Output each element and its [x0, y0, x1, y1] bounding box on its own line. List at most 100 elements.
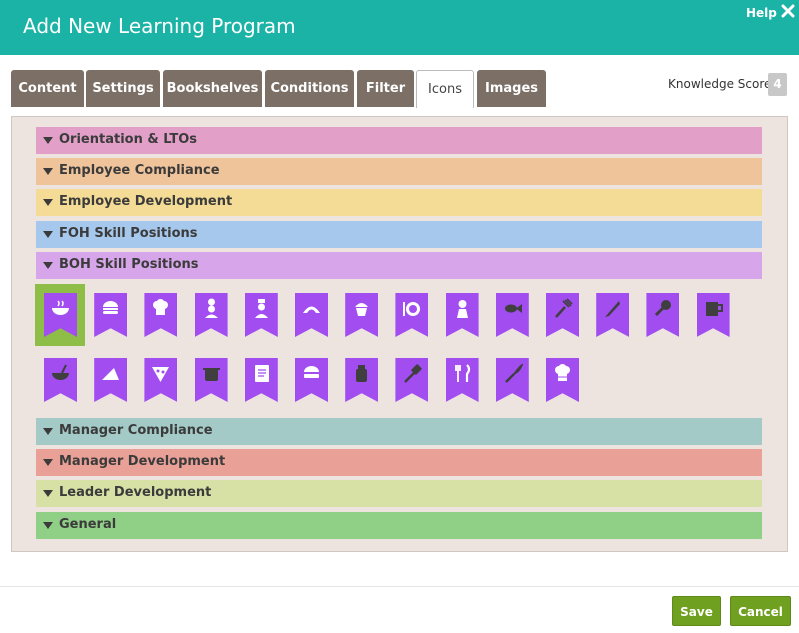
pot-icon: [202, 368, 220, 381]
toque-icon: [555, 364, 570, 381]
ribbon-badge: [94, 358, 128, 402]
help-link[interactable]: Help: [746, 6, 777, 20]
ribbon-badge: [395, 293, 429, 337]
caret-down-icon: [43, 168, 53, 175]
ribbon-badge: [144, 293, 178, 337]
icon-option[interactable]: [236, 349, 286, 411]
ribbon-badge: [546, 293, 579, 337]
caret-down-icon: [43, 199, 53, 206]
icon-option[interactable]: [688, 284, 738, 346]
icon-option[interactable]: [135, 284, 185, 346]
ribbon-badge: [546, 358, 579, 402]
utensils-icon: [454, 364, 470, 382]
category-label: Leader Development: [59, 485, 212, 500]
category-leader-development[interactable]: Leader Development: [36, 480, 762, 507]
icon-option[interactable]: [135, 349, 185, 411]
icon-option[interactable]: [286, 284, 336, 346]
soup-bowl-icon: [52, 300, 69, 315]
cook-icon: [254, 299, 268, 318]
knowledge-score-label: Knowledge Score: [668, 77, 772, 91]
ribbon-badge: [395, 358, 429, 402]
category-label: Orientation & LTOs: [59, 132, 198, 147]
category-manager-compliance[interactable]: Manager Compliance: [36, 418, 762, 445]
icon-option[interactable]: [437, 284, 487, 346]
category-label: FOH Skill Positions: [59, 226, 198, 241]
cupcake-icon: [355, 303, 369, 316]
icon-option[interactable]: [85, 349, 135, 411]
icon-option[interactable]: [236, 284, 286, 346]
icon-option[interactable]: [386, 284, 436, 346]
save-button[interactable]: Save: [672, 596, 721, 626]
icon-option[interactable]: [286, 349, 336, 411]
icon-option[interactable]: [186, 284, 236, 346]
dialog-header: Add New Learning Program Help: [0, 0, 799, 55]
icon-option[interactable]: [487, 349, 537, 411]
ribbon-badge: [44, 293, 77, 337]
category-employee-development[interactable]: Employee Development: [36, 189, 762, 216]
icon-option[interactable]: [637, 284, 687, 346]
category-label: BOH Skill Positions: [59, 257, 199, 272]
plate-setting-icon: [403, 302, 421, 316]
icon-option[interactable]: [487, 284, 537, 346]
ribbon-badge: [194, 358, 228, 402]
fish-icon: [504, 304, 522, 313]
icon-option[interactable]: [35, 284, 85, 346]
icon-option[interactable]: [186, 349, 236, 411]
category-label: Employee Compliance: [59, 163, 220, 178]
tab-settings[interactable]: Settings: [86, 70, 160, 107]
icon-option[interactable]: [537, 284, 587, 346]
ribbon-badge: [244, 293, 278, 337]
icon-option[interactable]: [587, 284, 637, 346]
ribbon-badge: [295, 358, 328, 402]
ribbon-badge: [445, 293, 479, 337]
ribbon-badge: [144, 358, 178, 402]
category-employee-compliance[interactable]: Employee Compliance: [36, 158, 762, 185]
waitress-icon: [456, 300, 468, 318]
category-label: Manager Development: [59, 454, 226, 469]
category-label: Manager Compliance: [59, 423, 213, 438]
tab-icons[interactable]: Icons: [416, 70, 474, 108]
ribbon-badge: [646, 293, 680, 337]
category-manager-development[interactable]: Manager Development: [36, 449, 762, 476]
caret-down-icon: [43, 428, 53, 435]
category-label: General: [59, 517, 117, 532]
caret-down-icon: [43, 137, 53, 144]
icons-panel: Orientation & LTOs Employee Compliance E…: [11, 116, 788, 552]
ribbon-badge: [345, 293, 379, 337]
spatula-icon: [404, 364, 423, 383]
category-general[interactable]: General: [36, 512, 762, 539]
ribbon-badge: [194, 293, 228, 337]
icon-option[interactable]: [386, 349, 436, 411]
icon-option[interactable]: [437, 349, 487, 411]
tab-content[interactable]: Content: [11, 70, 84, 107]
caret-down-icon: [43, 231, 53, 238]
tab-conditions[interactable]: Conditions: [265, 70, 354, 107]
icon-option[interactable]: [85, 284, 135, 346]
knife-icon: [605, 301, 621, 317]
ribbon-badge: [495, 358, 529, 402]
ribbon-badge: [295, 293, 328, 337]
category-foh-skill-positions[interactable]: FOH Skill Positions: [36, 221, 762, 248]
chef-hat-icon: [153, 299, 169, 315]
tab-images[interactable]: Images: [477, 70, 546, 107]
close-icon[interactable]: [781, 3, 795, 18]
icon-option[interactable]: [537, 349, 587, 411]
icon-option[interactable]: [336, 284, 386, 346]
pizza-slice-icon: [152, 367, 170, 382]
ribbon-badge: [696, 293, 730, 337]
icon-option[interactable]: [336, 349, 386, 411]
caret-down-icon: [43, 522, 53, 529]
tab-filter[interactable]: Filter: [357, 70, 414, 107]
category-boh-skill-positions[interactable]: BOH Skill Positions: [36, 252, 762, 279]
mixing-bowl-icon: [52, 364, 69, 380]
caret-down-icon: [43, 262, 53, 269]
ribbon-badge: [495, 293, 529, 337]
spice-jar-icon: [356, 365, 368, 382]
chicken-leg-icon: [655, 300, 672, 317]
tab-bookshelves[interactable]: Bookshelves: [163, 70, 262, 107]
ribbon-badge: [244, 358, 278, 402]
cancel-button[interactable]: Cancel: [730, 596, 791, 626]
category-orientation-ltos[interactable]: Orientation & LTOs: [36, 127, 762, 154]
sandwich-icon: [304, 366, 319, 378]
icon-option[interactable]: [35, 349, 85, 411]
